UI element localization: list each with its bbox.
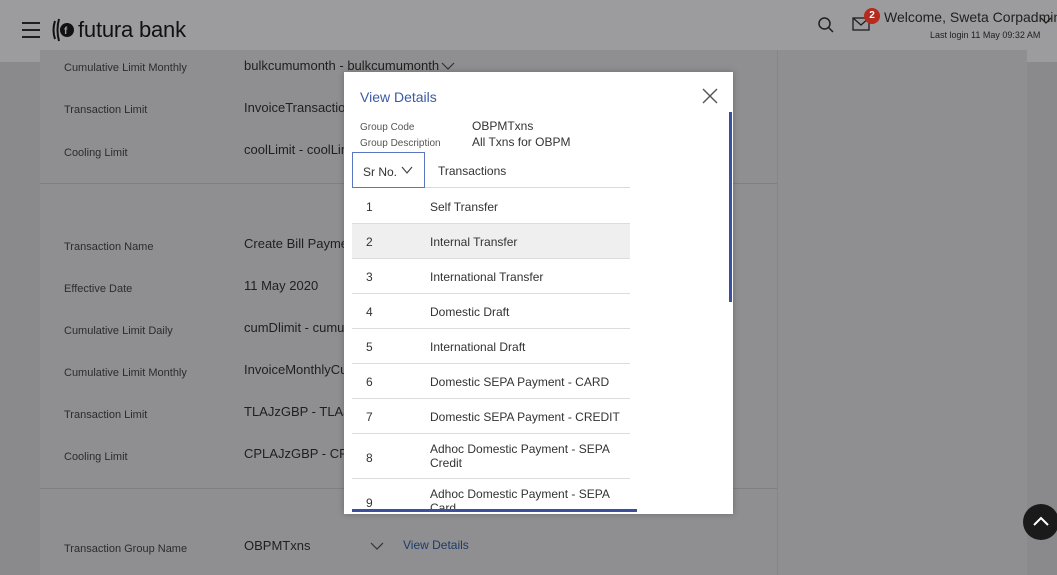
chevron-down-icon[interactable]: [441, 61, 455, 71]
row-sr: 7: [366, 410, 373, 424]
group-code-value: OBPMTxns: [472, 119, 534, 133]
table-row: 8 Adhoc Domestic Payment - SEPA Credit: [352, 434, 630, 479]
bank-logo: f futura bank: [52, 17, 186, 43]
table-row: 3 International Transfer: [352, 259, 630, 294]
group-name-select[interactable]: OBPMTxns: [244, 538, 344, 553]
table-row: 9 Adhoc Domestic Payment - SEPA Card: [352, 479, 630, 512]
field-label: Transaction Limit: [64, 409, 148, 421]
table-row: 2 Internal Transfer: [352, 224, 630, 259]
welcome-text[interactable]: Welcome, Sweta Corpadmin: [884, 9, 1057, 25]
row-sr: 5: [366, 340, 373, 354]
row-transaction: International Transfer: [430, 270, 544, 284]
futura-logo-icon: f: [52, 18, 74, 42]
field-label: Transaction Limit: [64, 104, 148, 116]
field-label: Transaction Name: [64, 241, 154, 253]
field-value: Create Bill Payment: [244, 236, 344, 251]
row-sr: 2: [366, 235, 373, 249]
field-value: 11 May 2020: [244, 278, 319, 293]
scroll-to-top-button[interactable]: [1023, 504, 1057, 540]
row-transaction: Domestic SEPA Payment - CARD: [430, 375, 610, 389]
last-login-text: Last login 11 May 09:32 AM: [930, 30, 1041, 40]
row-transaction: Internal Transfer: [430, 235, 518, 249]
field-label: Cumulative Limit Monthly: [64, 367, 187, 379]
field-value: InvoiceMonthlyCun: [244, 362, 344, 377]
field-value: InvoiceTransaction: [244, 100, 344, 115]
group-desc-value: All Txns for OBPM: [472, 135, 571, 149]
table-row: 7 Domestic SEPA Payment - CREDIT: [352, 399, 630, 434]
row-sr: 8: [366, 451, 373, 465]
field-value: coolLimit - coolLim: [244, 142, 344, 157]
field-value: TLAJzGBP - TLAJz(: [244, 404, 344, 419]
view-details-link[interactable]: View Details: [403, 538, 469, 552]
search-icon[interactable]: [817, 16, 835, 34]
table-scroll-indicator: [352, 509, 637, 512]
row-sr: 4: [366, 305, 373, 319]
row-transaction: Domestic SEPA Payment - CREDIT: [430, 410, 620, 424]
brand-name: futura bank: [78, 17, 186, 42]
group-code-label: Group Code: [360, 122, 415, 133]
group-name-label: Transaction Group Name: [64, 543, 188, 555]
close-icon[interactable]: [700, 86, 720, 106]
chevron-up-icon: [1033, 516, 1049, 526]
chevron-down-icon[interactable]: [370, 541, 384, 551]
field-label: Effective Date: [64, 283, 133, 295]
modal-scrollbar[interactable]: [729, 112, 732, 302]
menu-icon[interactable]: [22, 22, 40, 38]
table-row: 6 Domestic SEPA Payment - CARD: [352, 364, 630, 399]
field-label: Cooling Limit: [64, 451, 128, 463]
group-desc-label: Group Description: [360, 138, 441, 149]
transactions-table: Sr No. Transactions 1 Self Transfer 2 In…: [352, 152, 630, 512]
row-transaction: International Draft: [430, 340, 526, 354]
field-label: Cumulative Limit Daily: [64, 325, 173, 337]
row-sr: 6: [366, 375, 373, 389]
modal-title: View Details: [360, 89, 437, 105]
sr-no-sort[interactable]: Sr No.: [352, 152, 425, 188]
table-row: 4 Domestic Draft: [352, 294, 630, 329]
field-value: CPLAJzGBP - CPLA: [244, 446, 344, 461]
field-label: Cumulative Limit Monthly: [64, 62, 187, 74]
row-transaction: Domestic Draft: [430, 305, 510, 319]
row-sr: 1: [366, 200, 373, 214]
table-header: Sr No. Transactions: [352, 152, 630, 188]
chevron-down-icon: [401, 166, 413, 174]
field-label: Cooling Limit: [64, 147, 128, 159]
row-sr: 9: [366, 496, 373, 510]
right-column: [777, 50, 1027, 575]
view-details-modal: View Details Group Code OBPMTxns Group D…: [344, 72, 733, 514]
row-transaction: Self Transfer: [430, 200, 499, 214]
table-row: 1 Self Transfer: [352, 189, 630, 224]
chevron-down-icon[interactable]: [1040, 16, 1052, 26]
notification-badge: 2: [864, 8, 880, 24]
row-transaction: Adhoc Domestic Payment - SEPA Credit: [430, 442, 610, 470]
field-value: cumDlimit - cumula: [244, 320, 344, 335]
field-value: bulkcumumonth - bulkcumumonth: [244, 58, 440, 73]
table-row: 5 International Draft: [352, 329, 630, 364]
transactions-header: Transactions: [438, 164, 507, 178]
sr-no-header: Sr No.: [363, 165, 398, 179]
row-sr: 3: [366, 270, 373, 284]
